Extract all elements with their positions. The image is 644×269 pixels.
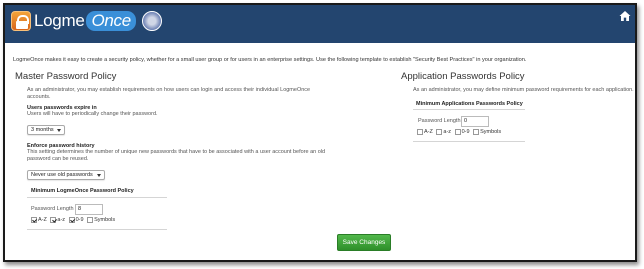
divider	[413, 109, 525, 110]
home-icon[interactable]	[619, 10, 631, 22]
chevron-down-icon	[97, 174, 101, 177]
app-char-options: A-Z a-z 0-9 Symbols	[417, 129, 503, 135]
divider	[413, 141, 525, 142]
intro-text: LogmeOnce makes it easy to create a secu…	[13, 57, 527, 63]
master-char-options: A-Z a-z 0-9 Symbols	[31, 217, 117, 223]
app-length-label: Password Length	[418, 118, 461, 124]
master-description: As an administrator, you may establish r…	[27, 87, 311, 100]
divider	[27, 229, 167, 230]
master-length-label: Password Length	[31, 206, 74, 212]
master-digits-checkbox[interactable]	[68, 217, 75, 223]
app-min-policy-title: Minimum Applications Passwords Policy	[416, 101, 523, 107]
expire-select[interactable]: 3 months	[27, 125, 65, 135]
app-symbols-checkbox[interactable]	[473, 129, 480, 135]
divider	[27, 197, 167, 198]
master-length-input[interactable]: 8	[75, 204, 103, 215]
app-length-input[interactable]: 0	[461, 116, 489, 127]
master-symbols-checkbox[interactable]	[87, 217, 94, 223]
master-min-policy-title: Minimum LogmeOnce Password Policy	[31, 188, 134, 194]
master-upper-checkbox[interactable]	[31, 217, 37, 223]
app-header: Logme Once	[5, 5, 635, 43]
master-policy-title: Master Password Policy	[15, 71, 117, 82]
app-upper-checkbox[interactable]	[417, 129, 423, 135]
badge-icon	[141, 11, 162, 31]
app-digits-checkbox[interactable]	[454, 129, 461, 135]
logo-text: Logme Once	[34, 11, 136, 31]
logo[interactable]: Logme Once	[11, 11, 162, 31]
chevron-down-icon	[57, 129, 61, 132]
save-changes-button[interactable]: Save Changes	[337, 234, 391, 251]
expire-help: Users will have to periodically change t…	[27, 111, 158, 117]
history-select[interactable]: Never use old passwords	[27, 170, 105, 180]
master-lower-checkbox[interactable]	[50, 217, 57, 223]
app-description: As an administrator, you may define mini…	[413, 87, 634, 93]
history-help: This setting determines the number of un…	[27, 149, 326, 162]
app-lower-checkbox[interactable]	[436, 129, 443, 135]
policy-window: Logme Once LogmeOnce makes it easy to cre…	[3, 3, 637, 262]
app-policy-title: Application Passwords Policy	[401, 71, 525, 82]
lock-icon	[11, 11, 31, 31]
